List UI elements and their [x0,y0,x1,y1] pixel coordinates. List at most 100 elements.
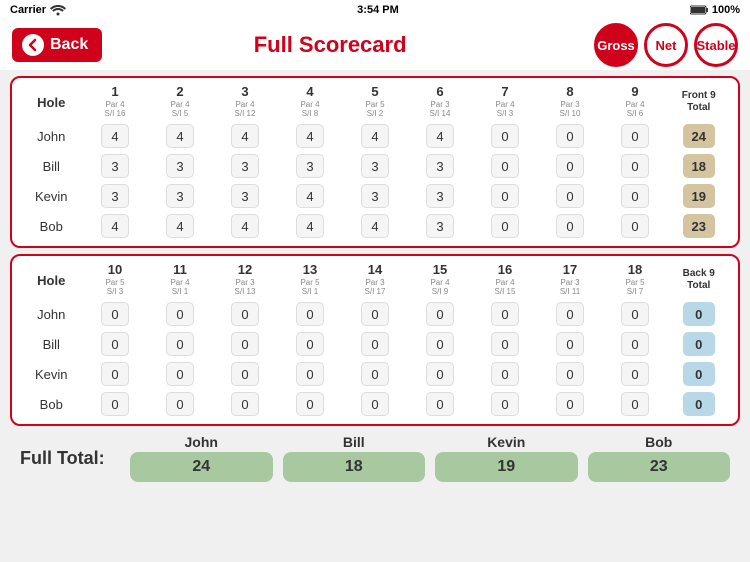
score-cell[interactable]: 0 [538,359,603,389]
stable-button[interactable]: Stable [694,23,738,67]
score-cell[interactable]: 0 [343,329,408,359]
back-label: Back [50,36,88,54]
score-cell[interactable]: 0 [343,359,408,389]
score-cell[interactable]: 4 [278,181,343,211]
score-cell[interactable]: 3 [408,211,473,241]
gross-button[interactable]: Gross [594,23,638,67]
back9-hole-11-header: 11Par 4S/I 1 [148,261,213,299]
score-cell[interactable]: 4 [408,121,473,151]
player-total-value: 23 [588,452,731,482]
score-cell[interactable]: 0 [473,181,538,211]
score-cell[interactable]: 0 [473,151,538,181]
player-total-value: 18 [283,452,426,482]
score-cell[interactable]: 0 [473,211,538,241]
score-cell[interactable]: 4 [148,121,213,151]
back9-header-row: Hole 10Par 5S/I 3 11Par 4S/I 1 12Par 3S/… [20,261,730,299]
score-cell[interactable]: 0 [408,299,473,329]
score-cell[interactable]: 0 [473,389,538,419]
score-cell[interactable]: 4 [213,211,278,241]
score-cell[interactable]: 0 [603,299,668,329]
score-cell[interactable]: 0 [278,299,343,329]
score-cell[interactable]: 4 [148,211,213,241]
status-bar-right: 100% [690,4,740,16]
score-cell[interactable]: 0 [538,151,603,181]
score-cell[interactable]: 3 [343,151,408,181]
score-cell[interactable]: 3 [148,151,213,181]
front9-total-header: Front 9Total [668,83,731,121]
score-cell[interactable]: 0 [278,359,343,389]
score-cell[interactable]: 3 [83,181,148,211]
score-cell[interactable]: 0 [408,329,473,359]
score-cell[interactable]: 0 [473,329,538,359]
net-button[interactable]: Net [644,23,688,67]
score-cell[interactable]: 0 [603,121,668,151]
score-cell[interactable]: 0 [538,181,603,211]
score-cell[interactable]: 4 [278,121,343,151]
front9-hole-2-header: 2Par 4S/I 5 [148,83,213,121]
score-cell[interactable]: 3 [213,181,278,211]
score-cell[interactable]: 0 [473,359,538,389]
score-cell[interactable]: 0 [603,389,668,419]
score-cell[interactable]: 4 [83,121,148,151]
score-cell[interactable]: 0 [148,359,213,389]
score-cell[interactable]: 0 [603,181,668,211]
score-cell[interactable]: 0 [408,359,473,389]
front9-hole-5-header: 5Par 5S/I 2 [343,83,408,121]
score-cell[interactable]: 0 [278,389,343,419]
score-cell[interactable]: 3 [343,181,408,211]
player-name: John [20,299,83,329]
table-row: Bill 0 0 0 0 0 0 0 0 0 0 [20,329,730,359]
score-cell[interactable]: 0 [343,299,408,329]
score-cell[interactable]: 0 [538,389,603,419]
score-cell[interactable]: 4 [213,121,278,151]
score-cell[interactable]: 0 [213,329,278,359]
player-total-name: Bob [645,434,672,450]
score-cell[interactable]: 0 [213,299,278,329]
front9-hole-8-header: 8Par 3S/I 10 [538,83,603,121]
score-cell[interactable]: 0 [473,121,538,151]
back9-hole-18-header: 18Par 5S/I 7 [603,261,668,299]
score-cell[interactable]: 0 [603,359,668,389]
score-cell[interactable]: 0 [213,359,278,389]
score-cell[interactable]: 3 [83,151,148,181]
score-cell[interactable]: 0 [538,329,603,359]
score-cell[interactable]: 0 [83,389,148,419]
score-cell[interactable]: 4 [278,211,343,241]
back-button[interactable]: Back [12,28,102,62]
score-cell[interactable]: 3 [278,151,343,181]
score-cell[interactable]: 0 [603,151,668,181]
score-cell[interactable]: 3 [148,181,213,211]
score-cell[interactable]: 3 [408,181,473,211]
score-cell[interactable]: 0 [83,329,148,359]
page-title: Full Scorecard [102,32,558,58]
score-cell[interactable]: 0 [408,389,473,419]
score-cell[interactable]: 0 [278,329,343,359]
score-cell[interactable]: 0 [538,121,603,151]
back9-hole-12-header: 12Par 3S/I 13 [213,261,278,299]
score-cell[interactable]: 4 [343,211,408,241]
score-cell[interactable]: 0 [148,329,213,359]
score-cell[interactable]: 0 [603,329,668,359]
score-cell[interactable]: 0 [213,389,278,419]
front9-hole-6-header: 6Par 3S/I 14 [408,83,473,121]
score-cell[interactable]: 0 [603,211,668,241]
score-cell[interactable]: 0 [148,389,213,419]
score-cell[interactable]: 0 [148,299,213,329]
front9-hole-7-header: 7Par 4S/I 3 [473,83,538,121]
score-cell[interactable]: 0 [83,299,148,329]
status-bar-left: Carrier [10,4,66,16]
score-cell[interactable]: 0 [538,211,603,241]
score-cell[interactable]: 0 [343,389,408,419]
front9-hole-4-header: 4Par 4S/I 8 [278,83,343,121]
front9-total-cell: 19 [668,181,731,211]
score-cell[interactable]: 3 [213,151,278,181]
score-cell[interactable]: 3 [408,151,473,181]
player-name: Bob [20,211,83,241]
back9-total-header: Back 9Total [668,261,731,299]
score-cell[interactable]: 4 [83,211,148,241]
score-cell[interactable]: 4 [343,121,408,151]
score-cell[interactable]: 0 [538,299,603,329]
score-cell[interactable]: 0 [83,359,148,389]
score-cell[interactable]: 0 [473,299,538,329]
back9-hole-17-header: 17Par 3S/I 11 [538,261,603,299]
